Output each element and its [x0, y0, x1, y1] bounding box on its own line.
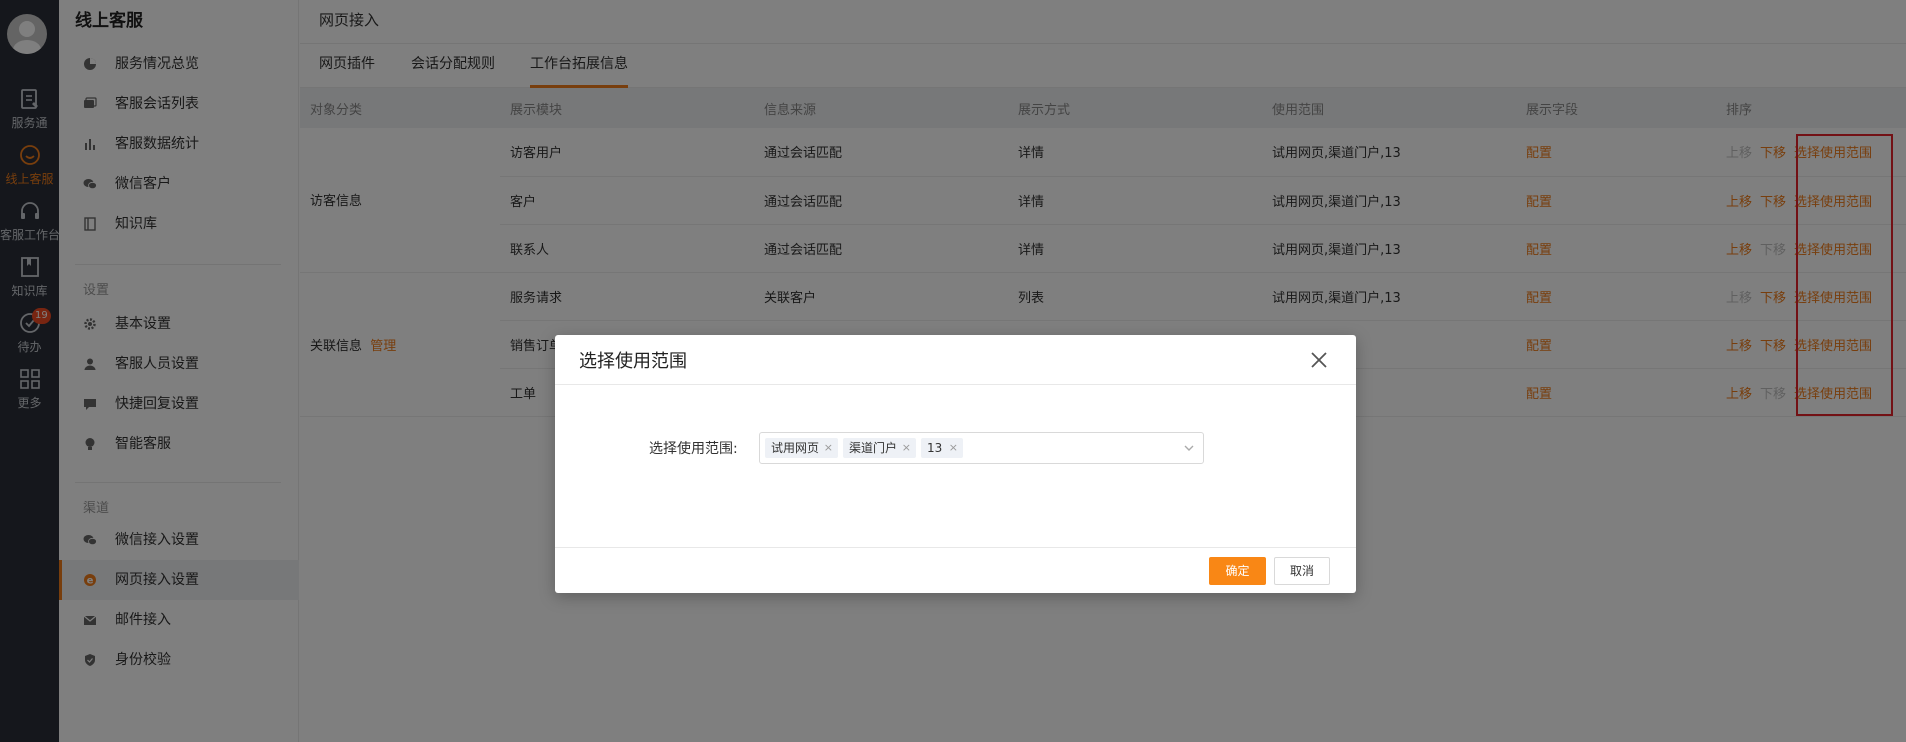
scope-tag: 13 ×: [921, 438, 963, 458]
confirm-button[interactable]: 确定: [1209, 557, 1266, 585]
cancel-button[interactable]: 取消: [1274, 557, 1330, 585]
tag-remove-icon[interactable]: ×: [902, 438, 911, 458]
chevron-down-icon: [1184, 445, 1194, 451]
close-icon[interactable]: [1308, 349, 1330, 371]
scope-tag: 试用网页 ×: [765, 438, 838, 458]
modal-header: 选择使用范围: [555, 335, 1356, 385]
modal-title: 选择使用范围: [579, 351, 687, 372]
scope-tag: 渠道门户 ×: [843, 438, 916, 458]
scope-multiselect[interactable]: 试用网页 × 渠道门户 × 13 ×: [759, 432, 1204, 464]
tag-remove-icon[interactable]: ×: [824, 438, 833, 458]
tag-remove-icon[interactable]: ×: [949, 438, 958, 458]
select-scope-modal: 选择使用范围 选择使用范围: 试用网页 × 渠道门户 × 13 × 确定 取消: [555, 335, 1356, 593]
scope-field-label: 选择使用范围:: [649, 441, 738, 457]
modal-body: 选择使用范围: 试用网页 × 渠道门户 × 13 ×: [555, 385, 1356, 548]
